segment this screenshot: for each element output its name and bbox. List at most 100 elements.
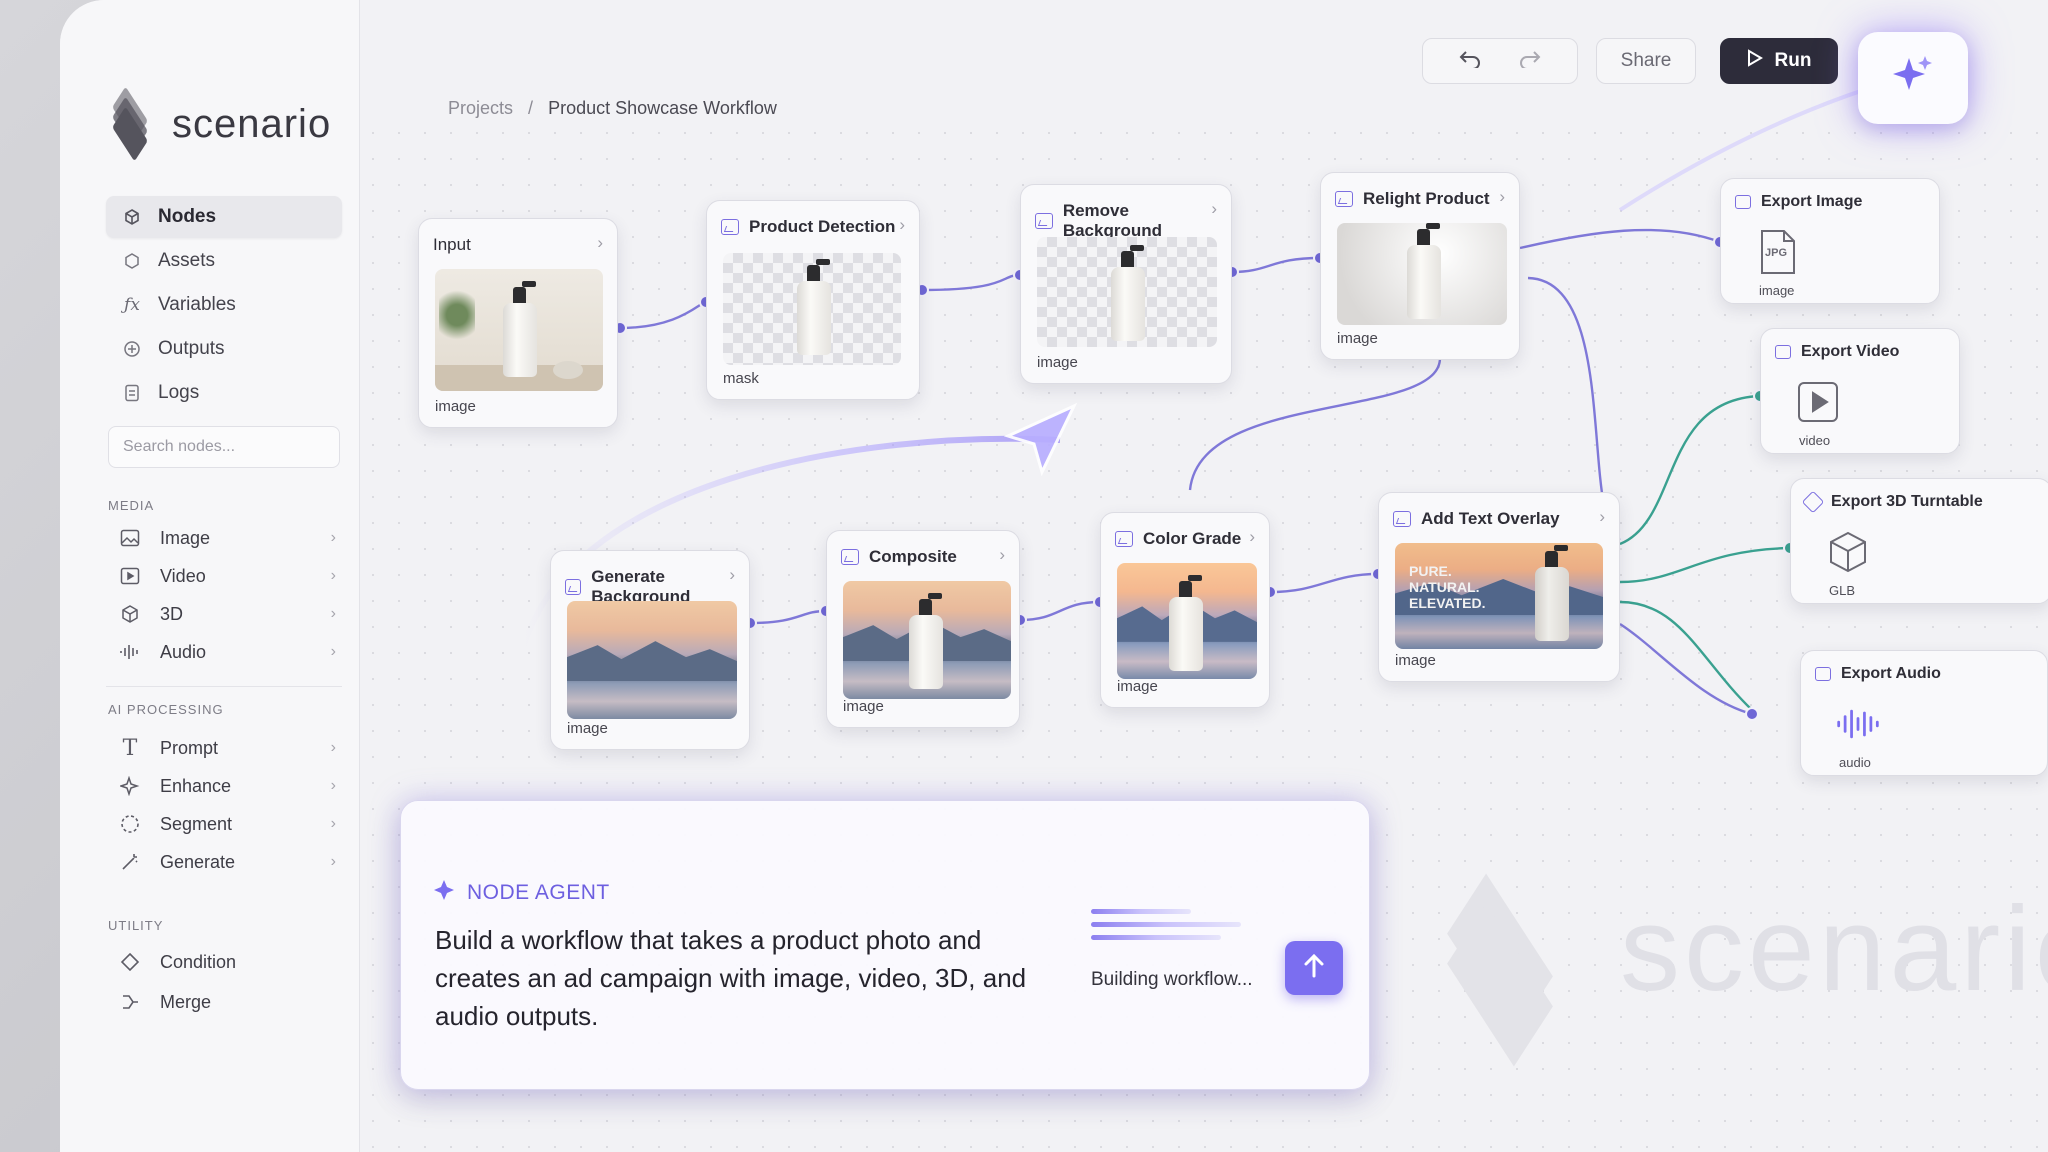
sidebar-item-label: Nodes xyxy=(158,206,217,227)
section-label-ai-processing: AI PROCESSING xyxy=(108,702,224,717)
sidebar-item-generate[interactable]: Generate › xyxy=(110,844,336,880)
wand-icon xyxy=(118,850,142,874)
image-icon xyxy=(1393,511,1411,527)
chevron-right-icon[interactable]: › xyxy=(899,215,905,235)
node-title: Color Grade xyxy=(1143,529,1242,548)
sidebar-item-condition[interactable]: Condition xyxy=(110,944,336,980)
node-generate-background[interactable]: Generate Background › image xyxy=(550,550,750,750)
cube-3d-icon xyxy=(118,602,142,626)
node-output-label: image xyxy=(1337,330,1378,347)
color-grade-thumbnail xyxy=(1117,563,1257,679)
sidebar-item-outputs[interactable]: Outputs xyxy=(106,328,342,370)
sidebar-item-merge[interactable]: Merge xyxy=(110,984,336,1020)
node-color-grade[interactable]: Color Grade › image xyxy=(1100,512,1270,708)
sidebar-item-assets[interactable]: Assets xyxy=(106,240,342,282)
node-title: Export Audio xyxy=(1841,665,1941,682)
sidebar-item-variables[interactable]: ƒx Variables xyxy=(106,284,342,326)
mask-thumbnail xyxy=(723,253,901,365)
node-add-text-overlay[interactable]: Add Text Overlay › PURE. NATURAL. ELEVAT… xyxy=(1378,492,1620,682)
send-button[interactable] xyxy=(1285,941,1343,995)
arrow-up-icon xyxy=(1302,953,1326,984)
image-icon xyxy=(118,526,142,550)
node-remove-background[interactable]: Remove Background › image xyxy=(1020,184,1232,384)
progress-lines xyxy=(1091,909,1251,953)
chevron-right-icon[interactable]: › xyxy=(1249,527,1255,547)
node-output-label: image xyxy=(435,398,476,415)
run-button[interactable]: Run xyxy=(1720,38,1838,84)
sparkle-icon xyxy=(118,774,142,798)
node-output-label: mask xyxy=(723,370,759,387)
breadcrumb-root[interactable]: Projects xyxy=(448,98,513,118)
node-composite[interactable]: Composite › image xyxy=(826,530,1020,728)
sidebar-item-3d[interactable]: 3D › xyxy=(110,596,336,632)
image-icon xyxy=(1735,195,1751,209)
sidebar-item-label: Outputs xyxy=(158,338,225,359)
text-overlay-thumbnail: PURE. NATURAL. ELEVATED. xyxy=(1395,543,1603,649)
brand-logo[interactable]: scenario xyxy=(104,86,332,162)
share-button[interactable]: Share xyxy=(1596,38,1696,84)
node-input[interactable]: Input › image xyxy=(418,218,618,428)
video-icon xyxy=(118,564,142,588)
undo-icon[interactable] xyxy=(1458,48,1482,74)
chevron-right-icon[interactable]: › xyxy=(1211,199,1217,219)
chevron-right-icon: › xyxy=(330,567,336,584)
node-title: Export 3D Turntable xyxy=(1831,493,1983,510)
landscape-thumbnail xyxy=(567,601,737,719)
brand-name: scenario xyxy=(172,101,332,146)
relight-icon xyxy=(1335,191,1353,207)
image-icon xyxy=(1035,213,1053,229)
sidebar-item-label: Merge xyxy=(160,991,212,1012)
chevron-right-icon[interactable]: › xyxy=(729,565,735,585)
ai-assistant-button[interactable] xyxy=(1858,32,1968,124)
sidebar-item-segment[interactable]: Segment › xyxy=(110,806,336,842)
video-icon xyxy=(1775,345,1791,359)
sidebar-item-label: 3D xyxy=(160,603,184,624)
chevron-right-icon[interactable]: › xyxy=(1599,507,1605,527)
chevron-right-icon: › xyxy=(330,853,336,870)
node-agent-panel: NODE AGENT Build a workflow that takes a… xyxy=(400,800,1370,1090)
sidebar-item-label: Generate xyxy=(160,851,236,872)
scan-icon xyxy=(721,219,739,235)
node-output-label: image xyxy=(1395,652,1436,669)
node-export-3d-turntable[interactable]: Export 3D Turntable GLB xyxy=(1790,478,2048,604)
node-output-label: image xyxy=(1037,354,1078,371)
sidebar-item-prompt[interactable]: T Prompt › xyxy=(110,730,336,766)
redo-icon[interactable] xyxy=(1518,48,1542,74)
divider xyxy=(106,686,342,687)
chevron-right-icon[interactable]: › xyxy=(1499,187,1505,207)
agent-tag-label: NODE AGENT xyxy=(467,881,610,904)
sidebar-item-image[interactable]: Image › xyxy=(110,520,336,556)
sparkle-icon xyxy=(433,879,455,907)
node-output-label: image xyxy=(1117,678,1158,695)
node-product-detection[interactable]: Product Detection › mask xyxy=(706,200,920,400)
text-icon: T xyxy=(122,735,138,761)
play-icon xyxy=(1747,49,1763,73)
node-export-video[interactable]: Export Video video xyxy=(1760,328,1960,454)
agent-status: Building workflow... xyxy=(1091,969,1253,990)
node-title: Remove Background xyxy=(1062,201,1163,240)
node-title: Composite xyxy=(869,547,957,566)
cube-icon xyxy=(1801,490,1825,514)
sidebar-item-audio[interactable]: Audio › xyxy=(110,634,336,670)
chevron-right-icon[interactable]: › xyxy=(999,545,1005,565)
chevron-right-icon: › xyxy=(330,815,336,832)
node-export-audio[interactable]: Export Audio audio xyxy=(1800,650,2048,776)
sidebar-item-logs[interactable]: Logs xyxy=(106,372,342,414)
sidebar-item-label: Audio xyxy=(160,641,207,662)
node-output-label: audio xyxy=(1839,755,1871,770)
sidebar-item-enhance[interactable]: Enhance › xyxy=(110,768,336,804)
variable-icon: ƒx xyxy=(124,295,140,315)
node-title: Relight Product xyxy=(1363,189,1490,208)
node-relight-product[interactable]: Relight Product › image xyxy=(1320,172,1520,360)
node-export-image[interactable]: Export Image JPG image xyxy=(1720,178,1940,304)
section-label-media: MEDIA xyxy=(108,498,155,513)
sidebar-item-video[interactable]: Video › xyxy=(110,558,336,594)
watermark-text: scenario xyxy=(1620,882,2048,1016)
sparkle-icon xyxy=(1889,52,1937,105)
agent-prompt-text[interactable]: Build a workflow that takes a product ph… xyxy=(435,921,1055,1035)
chevron-right-icon[interactable]: › xyxy=(597,233,603,253)
sidebar-item-label: Variables xyxy=(158,294,236,315)
sidebar-item-nodes[interactable]: Nodes xyxy=(106,196,342,238)
run-label: Run xyxy=(1774,50,1812,71)
search-nodes-input[interactable]: Search nodes... xyxy=(108,426,340,468)
